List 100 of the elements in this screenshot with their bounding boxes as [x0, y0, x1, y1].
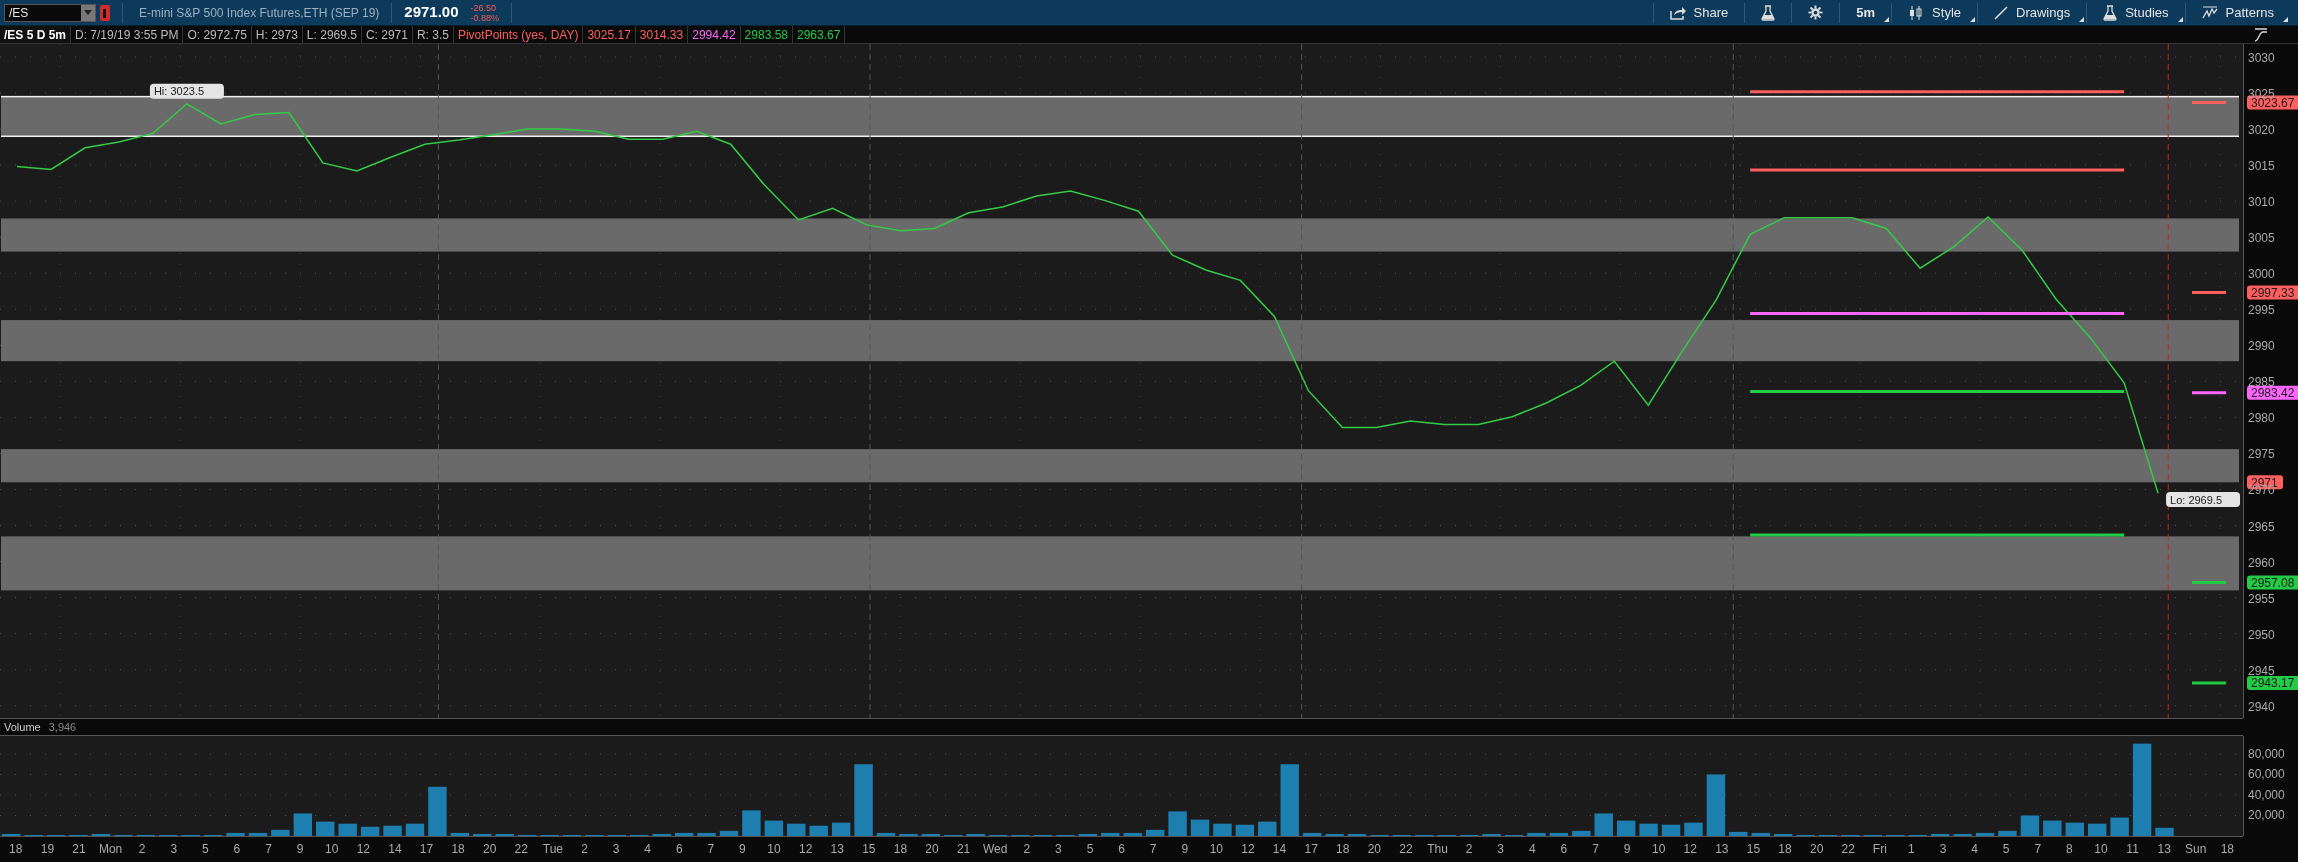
price-callout: Lo: 2969.5 — [2166, 492, 2241, 508]
volume-bar — [921, 833, 941, 836]
link-icon[interactable] — [100, 4, 110, 21]
volume-bar — [1661, 824, 1681, 836]
annotation: Hi: 3023.5 — [153, 85, 205, 98]
volume-bar — [1325, 833, 1344, 836]
time-label: 7 — [2033, 841, 2043, 858]
dropdown-icon[interactable] — [81, 4, 95, 21]
axis-label: 60,000 — [2248, 767, 2285, 782]
time-label: 18 — [1777, 841, 1793, 858]
axis-label: 3010 — [2248, 195, 2275, 210]
time-label: 10 — [324, 841, 340, 858]
volume-bar — [91, 833, 111, 836]
ohlc-value: R: 3.5 — [412, 26, 454, 43]
last-price: 2971.00 — [404, 2, 459, 23]
ohlc-value: H: 2973 — [251, 26, 303, 43]
volume-bar — [2043, 820, 2062, 836]
time-label: 18 — [450, 841, 466, 858]
volume-bar — [1078, 833, 1098, 836]
time-label: 4 — [643, 841, 652, 858]
time-label: 13 — [829, 841, 845, 858]
time-label: 14 — [387, 841, 403, 858]
chart-settings-label[interactable]: /ES 5 D 5m — [0, 26, 72, 43]
ohlc-value: O: 2972.75 — [183, 26, 252, 43]
time-label: 9 — [1622, 841, 1632, 858]
volume-bar — [697, 832, 716, 836]
volume-bar — [2155, 827, 2174, 836]
study-value: 2963.67 — [793, 26, 846, 43]
volume-bar — [226, 832, 245, 836]
toolbar-button[interactable]: Drawings — [1978, 0, 2087, 25]
toolbar-button[interactable]: Share — [1653, 0, 1745, 25]
price-tag: 2997.33 — [2247, 285, 2298, 300]
axis-label: 2955 — [2248, 591, 2275, 606]
toolbar-button[interactable]: Studies — [2087, 0, 2185, 25]
time-label: 7 — [706, 841, 716, 858]
time-label: 2 — [580, 841, 589, 858]
volume-bar — [1258, 821, 1277, 836]
time-label: 9 — [1180, 841, 1190, 858]
volume-bar — [405, 823, 425, 836]
time-label: 7 — [264, 841, 273, 858]
axis-label: 20,000 — [2248, 808, 2285, 823]
volume-bar — [1280, 764, 1299, 836]
volume-bar — [1527, 832, 1546, 836]
study-value: 3014.33 — [635, 26, 689, 43]
volume-bar — [764, 820, 784, 836]
time-label: 17 — [1303, 841, 1319, 858]
settings-icon — [1808, 5, 1824, 20]
volume-bar — [1549, 832, 1569, 836]
menu-corner-icon — [1884, 17, 1890, 22]
time-label: 12 — [797, 841, 814, 858]
axis-label: 80,000 — [2248, 746, 2285, 761]
time-label: 20 — [1808, 841, 1825, 858]
volume-bar — [2, 833, 21, 836]
auto-scale-icon[interactable] — [2254, 27, 2268, 42]
time-label: 3 — [169, 841, 179, 858]
axis-label: 40,000 — [2248, 787, 2285, 802]
volume-bar — [1616, 820, 1636, 836]
time-label: 6 — [1559, 841, 1569, 858]
percent-change: -0.88% — [470, 12, 500, 23]
volume-bar — [674, 832, 694, 836]
ohlc-value: C: 2971 — [361, 26, 413, 43]
axis-label: 3000 — [2248, 267, 2275, 282]
time-label: Wed — [981, 841, 1009, 858]
volume-bar — [1729, 831, 1748, 836]
toolbar-button[interactable]: Patterns — [2185, 0, 2290, 25]
study-title: Volume — [4, 719, 41, 735]
axis-label: 3020 — [2248, 123, 2275, 138]
volume-bar — [652, 833, 671, 836]
study-value: 3025.17 — [583, 26, 636, 43]
flask-icon — [1761, 4, 1776, 21]
time-label: 12 — [1240, 841, 1256, 858]
volume-bar — [1572, 830, 1591, 836]
toolbar-button[interactable]: Style — [1892, 0, 1977, 25]
time-label: 12 — [1682, 841, 1698, 858]
volume-bar — [428, 786, 447, 836]
volume-bar — [1101, 832, 1120, 836]
volume-bar — [248, 832, 268, 836]
time-label: 18 — [1335, 841, 1351, 858]
time-label: 3 — [1496, 841, 1506, 858]
toolbar-button[interactable]: 5m — [1840, 0, 1892, 25]
time-label: Thu — [1426, 841, 1449, 858]
axis-label: 2965 — [2248, 519, 2275, 534]
symbol-field[interactable]: /ES — [4, 3, 96, 22]
price-change: -26.50 — [470, 2, 498, 13]
time-label: 19 — [39, 841, 56, 858]
flask-icon — [2103, 4, 2118, 21]
time-label: 17 — [418, 841, 435, 858]
time-label: 4 — [1527, 841, 1537, 858]
time-label: 22 — [1398, 841, 1414, 858]
volume-bar — [1213, 823, 1232, 836]
time-label: 2 — [1464, 841, 1474, 858]
axis-label: 3005 — [2248, 231, 2275, 246]
price-callout: Hi: 3023.5 — [149, 83, 224, 99]
time-label: 6 — [674, 841, 684, 858]
time-label: 18 — [892, 841, 909, 858]
volume-bar — [1145, 829, 1165, 836]
axis-label: 2960 — [2248, 555, 2275, 570]
menu-corner-icon — [1970, 17, 1975, 22]
time-label: 22 — [513, 841, 529, 858]
volume-bar — [1684, 822, 1703, 836]
